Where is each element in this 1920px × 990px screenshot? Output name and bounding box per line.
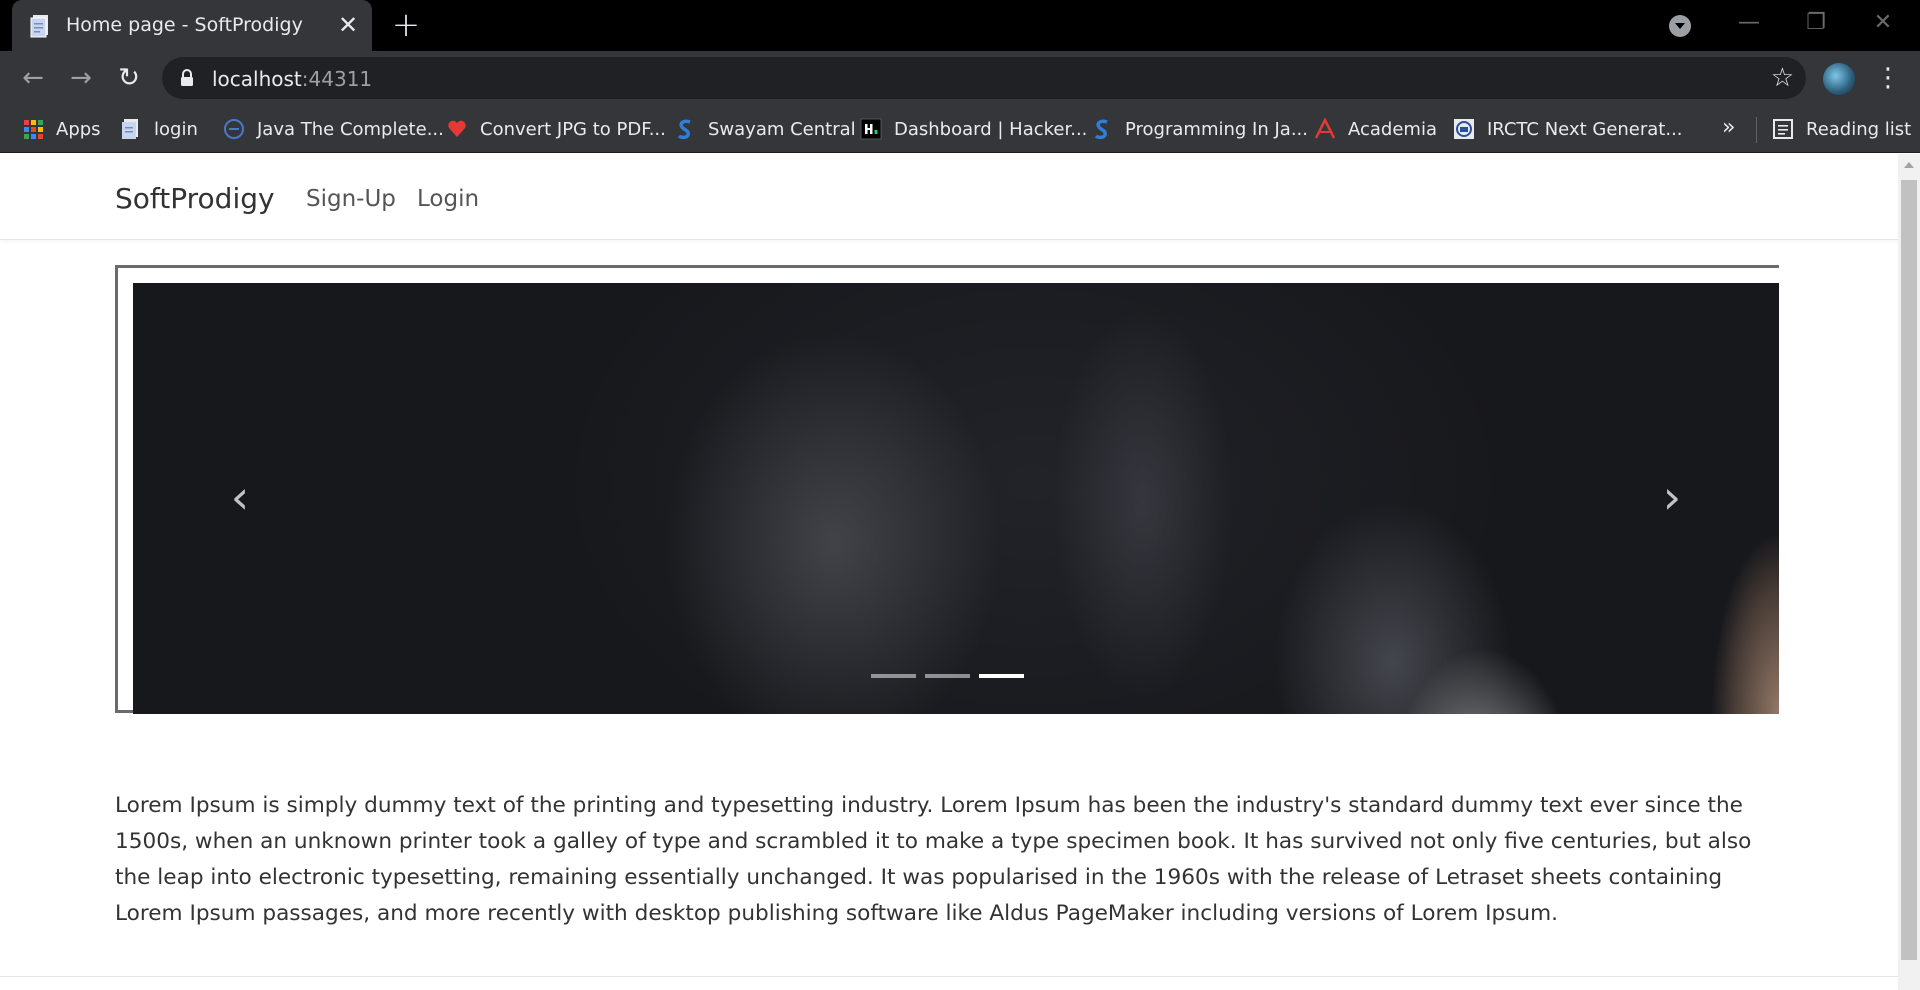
swayam-icon <box>677 119 691 140</box>
bookmark-label: Apps <box>56 118 101 140</box>
bookmarks-divider <box>1756 117 1757 143</box>
carousel-indicator[interactable] <box>871 674 916 678</box>
document-icon <box>30 15 48 38</box>
forward-button[interactable]: → <box>64 61 98 95</box>
bookmark-java[interactable]: Java The Complete... <box>223 115 444 143</box>
site-navbar: SoftProdigy Sign-Up Login <box>0 154 1898 240</box>
nav-link-sign-up[interactable]: Sign-Up <box>306 186 396 212</box>
heart-icon <box>448 120 466 137</box>
bookmark-convert-jpg[interactable]: Convert JPG to PDF... <box>446 115 666 143</box>
academia-icon <box>1314 118 1336 139</box>
minimize-button[interactable]: — <box>1732 8 1766 38</box>
bookmark-label: Dashboard | Hacker... <box>894 118 1088 140</box>
url-host: localhost <box>212 67 302 91</box>
footer-divider <box>0 976 1898 977</box>
carousel-next-icon[interactable]: › <box>1652 467 1692 527</box>
bookmark-label: Java The Complete... <box>257 118 444 140</box>
bookmark-label: Convert JPG to PDF... <box>480 118 666 140</box>
image-carousel: ‹ › <box>133 283 1779 714</box>
carousel-prev-icon[interactable]: ‹ <box>220 467 260 527</box>
bookmark-label: login <box>154 118 198 140</box>
site-brand[interactable]: SoftProdigy <box>115 182 275 215</box>
bookmark-login[interactable]: login <box>120 115 198 143</box>
bookmarks-overflow-button[interactable]: » <box>1722 115 1735 140</box>
bookmark-label: IRCTC Next Generat... <box>1487 118 1683 140</box>
lock-icon[interactable] <box>180 69 194 87</box>
content-paragraph: Lorem Ipsum is simply dummy text of the … <box>115 793 1752 926</box>
tab-title: Home page - SoftProdigy <box>66 14 303 36</box>
url-text: localhost:44311 <box>212 67 372 91</box>
hackerrank-icon <box>860 118 882 140</box>
swayam-icon <box>1094 119 1108 140</box>
profile-avatar[interactable] <box>1823 63 1855 95</box>
bookmark-apps[interactable]: Apps <box>22 115 101 143</box>
back-button[interactable]: ← <box>16 61 50 95</box>
browser-menu-icon[interactable]: ⋮ <box>1875 61 1901 95</box>
carousel-indicators <box>871 674 1024 678</box>
carousel-indicator[interactable] <box>925 674 970 678</box>
tab-close-icon[interactable]: ✕ <box>334 11 362 39</box>
apps-grid-icon <box>22 118 44 140</box>
url-port: :44311 <box>301 67 373 91</box>
new-tab-button[interactable]: + <box>390 8 422 42</box>
bookmark-swayam[interactable]: Swayam Central <box>674 115 856 143</box>
carousel-indicator[interactable] <box>979 674 1024 678</box>
nav-link-login[interactable]: Login <box>417 186 479 212</box>
restore-button[interactable]: ❐ <box>1799 8 1833 38</box>
close-window-button[interactable]: ✕ <box>1866 8 1900 38</box>
bookmark-programming-java[interactable]: Programming In Ja... <box>1091 115 1308 143</box>
bookmark-hackerrank[interactable]: Dashboard | Hacker... <box>860 115 1087 143</box>
reload-button[interactable]: ↻ <box>112 61 146 95</box>
document-icon <box>122 119 138 139</box>
bookmark-label: Programming In Ja... <box>1125 118 1308 140</box>
scrollbar-thumb[interactable] <box>1901 180 1917 960</box>
scroll-up-arrow-icon[interactable] <box>1904 162 1914 168</box>
reading-list-label: Reading list <box>1806 118 1912 140</box>
reading-list-button[interactable]: Reading list <box>1772 115 1911 143</box>
irctc-icon <box>1454 119 1474 139</box>
reading-list-icon <box>1773 119 1793 139</box>
browser-tab[interactable]: Home page - SoftProdigy ✕ <box>12 0 372 51</box>
browser-toolbar: ← → ↻ localhost:44311 ☆ ⋮ <box>0 51 1920 105</box>
bookmark-star-icon[interactable]: ☆ <box>1771 63 1794 93</box>
globe-icon <box>224 119 244 139</box>
page-viewport: SoftProdigy Sign-Up Login ‹ › Lorem Ipsu… <box>0 154 1898 990</box>
bookmark-label: Academia <box>1348 118 1437 140</box>
bookmark-label: Swayam Central <box>708 118 856 140</box>
address-bar[interactable]: localhost:44311 ☆ <box>162 57 1806 99</box>
title-bar: Home page - SoftProdigy ✕ + — ❐ ✕ <box>0 0 1920 51</box>
bookmark-irctc[interactable]: IRCTC Next Generat... <box>1453 115 1683 143</box>
page-scrollbar[interactable] <box>1898 154 1920 990</box>
tab-search-icon[interactable] <box>1669 15 1691 37</box>
bookmarks-bar: Apps login Java The Complete... Convert … <box>0 105 1920 153</box>
bookmark-academia[interactable]: Academia <box>1314 115 1437 143</box>
